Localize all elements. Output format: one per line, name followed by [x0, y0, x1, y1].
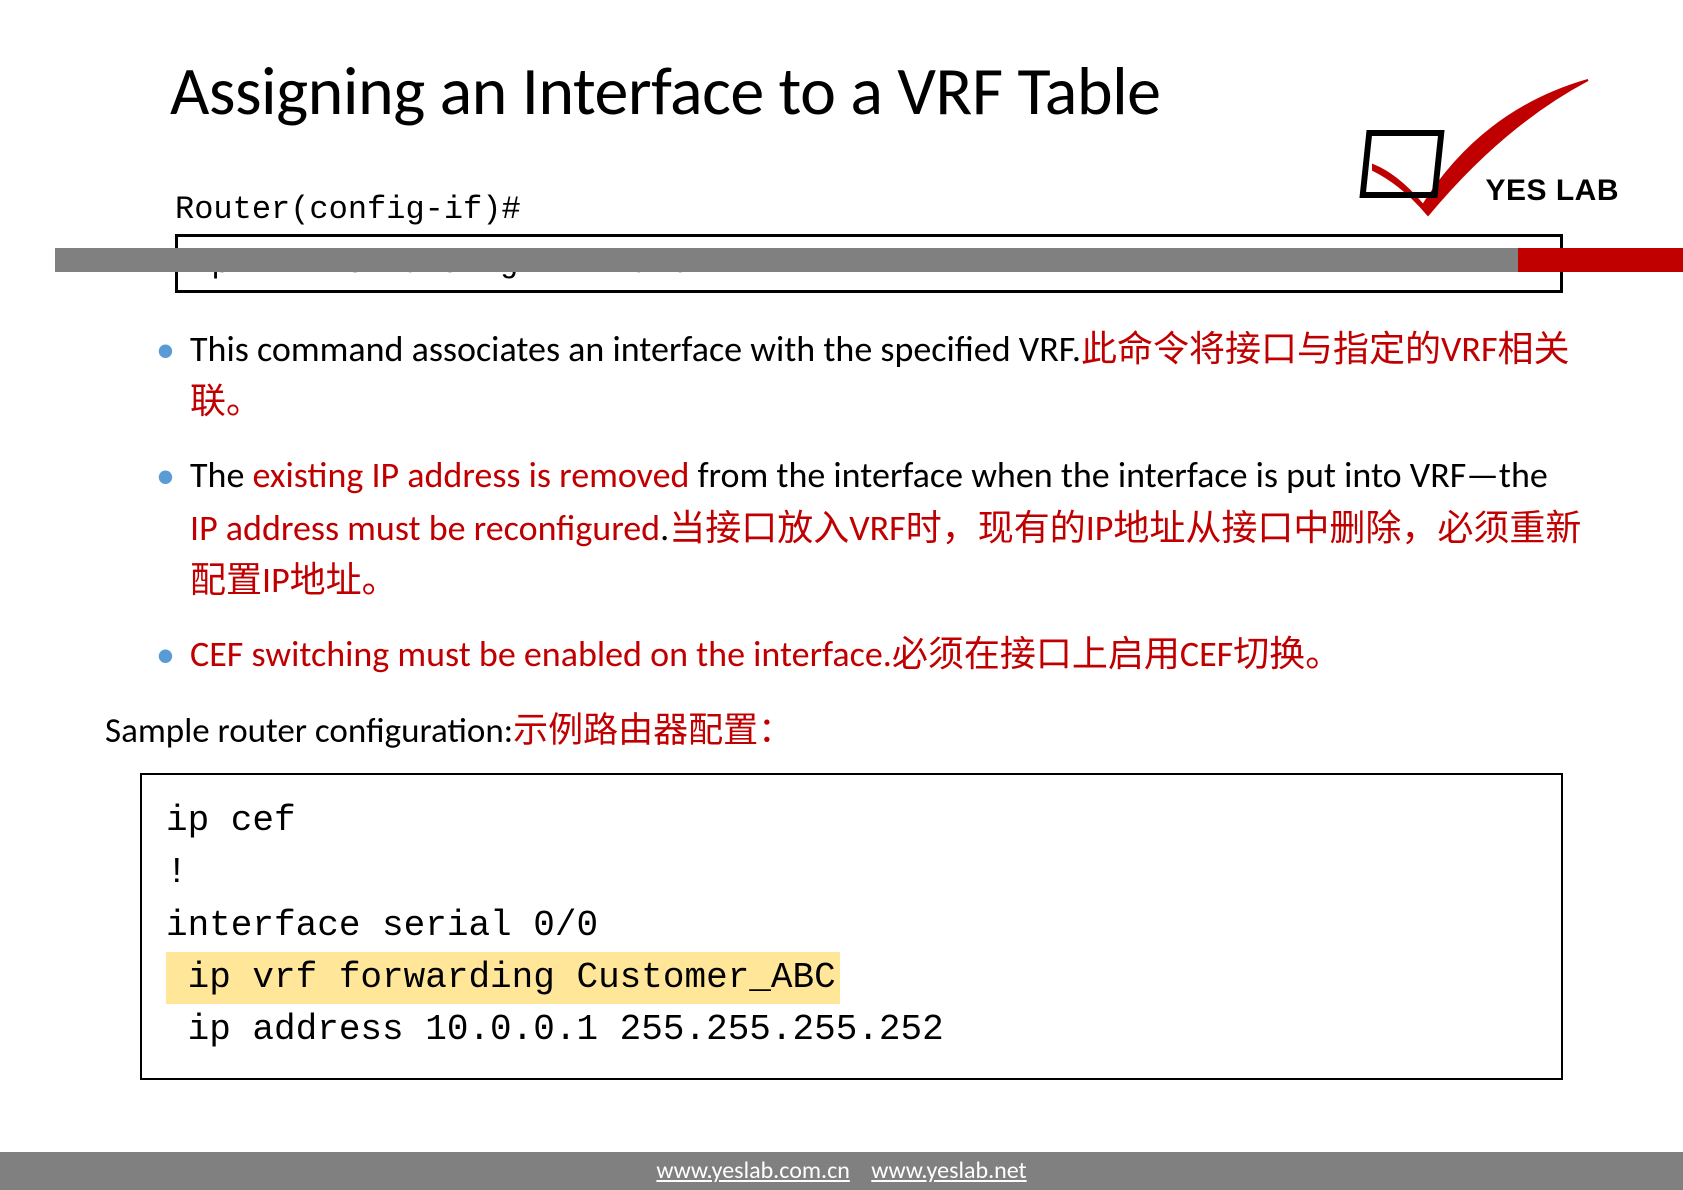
footer: www.yeslab.com.cn www.yeslab.net	[0, 1152, 1683, 1190]
bullet-2-red1: existing IP address is removed	[253, 453, 698, 497]
sample-label-cn: 示例路由器配置：	[513, 710, 793, 752]
divider-bar	[55, 248, 1683, 272]
logo-text: YES LAB	[1485, 174, 1619, 208]
bullet-2-mid: from the interface when the interface is…	[698, 453, 1548, 497]
sample-label: Sample router configuration:示例路由器配置：	[105, 702, 1683, 753]
footer-link-1[interactable]: www.yeslab.com.cn	[656, 1156, 849, 1185]
cfg-l4-highlight: ip vrf forwarding Customer_ABC	[166, 952, 840, 1004]
bullet-1: This command associates an interface wit…	[150, 323, 1583, 427]
cfg-l5: ip address 10.0.0.1 255.255.255.252	[166, 1009, 944, 1050]
config-box: ip cef ! interface serial 0/0 ip vrf for…	[140, 773, 1563, 1080]
cfg-l3: interface serial 0/0	[166, 905, 598, 946]
footer-link-2[interactable]: www.yeslab.net	[871, 1156, 1026, 1185]
bullet-2-red2: IP address must be reconfigured	[190, 506, 660, 550]
cfg-l1: ip cef	[166, 800, 296, 841]
bullet-2-tail: .	[660, 506, 669, 550]
bullet-list: This command associates an interface wit…	[150, 323, 1583, 680]
bullet-3-red1: CEF switching must be enabled on the int…	[190, 632, 892, 676]
divider-accent	[1518, 248, 1683, 272]
bullet-3: CEF switching must be enabled on the int…	[150, 628, 1583, 680]
checkbox-icon	[1359, 130, 1444, 198]
sample-label-en: Sample router configuration:	[105, 710, 513, 752]
slide: Assigning an Interface to a VRF Table YE…	[0, 0, 1683, 1190]
logo: YES LAB	[1353, 70, 1613, 220]
bullet-3-cn: 必须在接口上启用CEF切换。	[892, 632, 1341, 676]
cfg-l2: !	[166, 852, 188, 893]
bullet-1-main: This command associates an interface wit…	[190, 327, 1081, 371]
bullet-2-pre: The	[190, 453, 253, 497]
bullet-2: The existing IP address is removed from …	[150, 449, 1583, 606]
